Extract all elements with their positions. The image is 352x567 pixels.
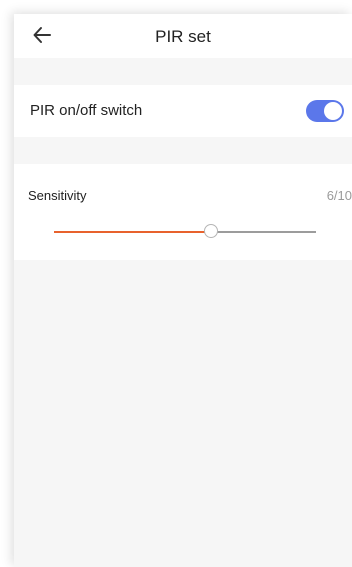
sensitivity-value: 6/10 [326,188,352,203]
toggle-knob [324,102,342,120]
sensitivity-label: Sensitivity [28,188,87,203]
page-title: PIR set [155,27,211,46]
sensitivity-row: Sensitivity 6/10 [14,164,352,260]
pir-switch-label: PIR on/off switch [30,102,143,119]
slider-fill [54,231,212,233]
header-bar: PIR set [14,14,352,58]
pir-switch-row: PIR on/off switch [14,85,352,137]
pir-toggle-switch[interactable] [306,100,344,122]
slider-thumb[interactable] [204,224,219,238]
app-screen: PIR set PIR on/off switch Sensitivity 6/… [14,14,352,567]
sensitivity-slider[interactable] [54,222,316,242]
